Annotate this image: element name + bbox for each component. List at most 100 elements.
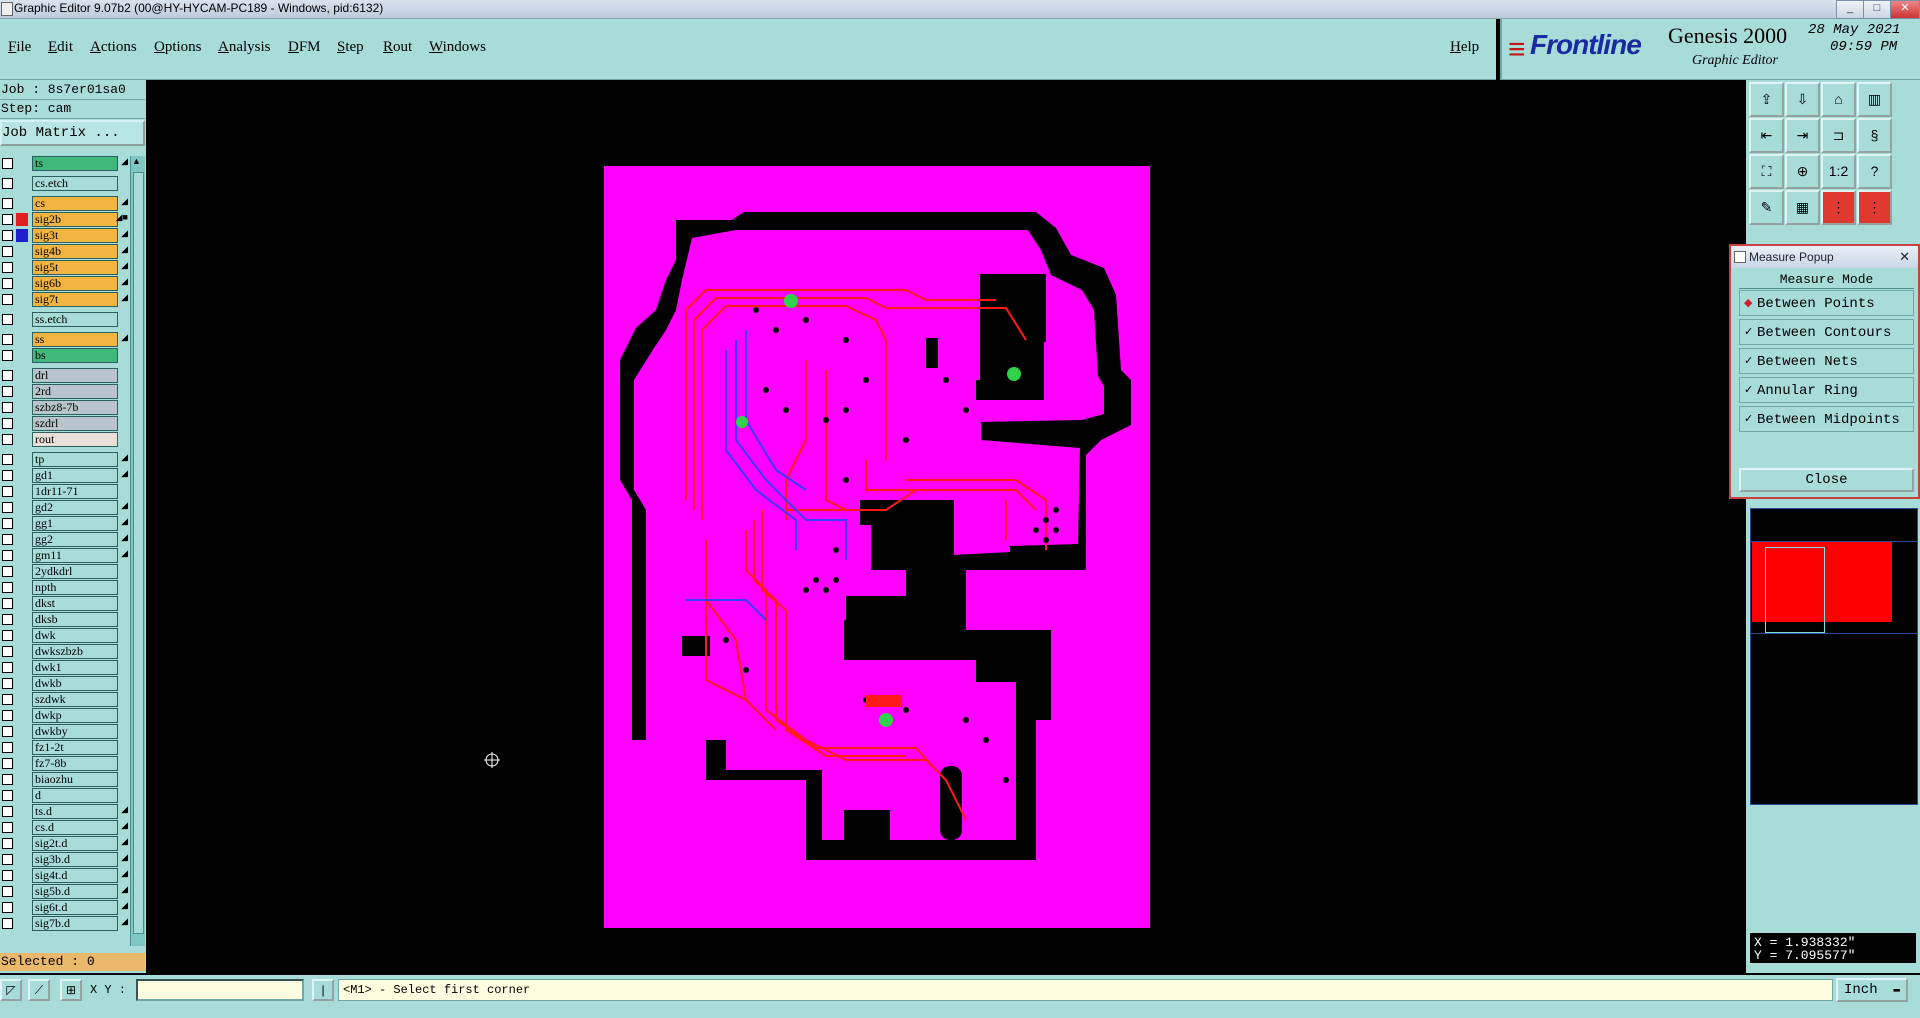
layer-checkbox[interactable] <box>2 518 13 529</box>
layer-row[interactable]: szbz8-7b <box>0 400 130 415</box>
layer-checkbox[interactable] <box>2 582 13 593</box>
layer-checkbox[interactable] <box>2 278 13 289</box>
layer-name[interactable]: sig2b <box>32 212 118 227</box>
layer-row[interactable]: ss ◢ <box>0 332 130 347</box>
layer-row[interactable]: dkst <box>0 596 130 611</box>
layer-name[interactable]: dwkszbzb <box>32 644 118 659</box>
line-tool-icon[interactable]: ⟋ <box>28 979 50 1001</box>
layer-checkbox[interactable] <box>2 678 13 689</box>
layer-row[interactable]: sig5t ◢ <box>0 260 130 275</box>
layer-checkbox[interactable] <box>2 386 13 397</box>
layer-row[interactable]: gm11 ◢ <box>0 548 130 563</box>
layer-checkbox[interactable] <box>2 486 13 497</box>
menu-edit[interactable]: Edit <box>48 39 73 56</box>
layer-row[interactable]: dksb <box>0 612 130 627</box>
layer-row[interactable]: szdrl <box>0 416 130 431</box>
graphic-canvas[interactable] <box>146 80 1746 973</box>
layer-row[interactable]: dwk <box>0 628 130 643</box>
layer-name[interactable]: dwk1 <box>32 660 118 675</box>
layer-name[interactable]: ss.etch <box>32 312 118 327</box>
layer-row[interactable]: sig7b.d ◢ <box>0 916 130 931</box>
layer-checkbox[interactable] <box>2 838 13 849</box>
layer-checkbox[interactable] <box>2 158 13 169</box>
layer-checkbox[interactable] <box>2 198 13 209</box>
layer-row[interactable]: d <box>0 788 130 803</box>
layer-name[interactable]: biaozhu <box>32 772 118 787</box>
load-layer-icon[interactable]: ⇪ <box>1749 82 1784 117</box>
close-window-button[interactable]: ✕ <box>1890 0 1920 19</box>
layer-name[interactable]: szdwk <box>32 692 118 707</box>
layer-row[interactable]: cs ◢ <box>0 196 130 211</box>
layer-checkbox[interactable] <box>2 434 13 445</box>
layer-row[interactable]: ss.etch <box>0 312 130 327</box>
option-between-nets[interactable]: ✓ Between Nets <box>1739 348 1914 374</box>
layer-checkbox[interactable] <box>2 646 13 657</box>
job-matrix-button[interactable]: Job Matrix ... <box>0 120 145 146</box>
scale-ratio-button[interactable]: 1:2 <box>1821 154 1856 189</box>
layer-name[interactable]: dwk <box>32 628 118 643</box>
layer-name[interactable]: gg2 <box>32 532 118 547</box>
layer-row[interactable]: dwkszbzb <box>0 644 130 659</box>
layer-name[interactable]: sig5b.d <box>32 884 118 899</box>
net-highlight-icon[interactable]: ⋮ <box>1821 190 1856 225</box>
layer-name[interactable]: sig4t.d <box>32 868 118 883</box>
menu-file[interactable]: File <box>8 39 31 56</box>
layer-name[interactable]: sig6b <box>32 276 118 291</box>
layer-checkbox[interactable] <box>2 726 13 737</box>
layer-row[interactable]: sig2t.d ◢ <box>0 836 130 851</box>
net-highlight-alt-icon[interactable]: ⋮ <box>1857 190 1892 225</box>
layer-name[interactable]: szdrl <box>32 416 118 431</box>
measure-icon[interactable]: ✎ <box>1749 190 1784 225</box>
layer-row[interactable]: sig5b.d ◢ <box>0 884 130 899</box>
menu-windows[interactable]: Windows <box>429 39 486 56</box>
zoom-center-icon[interactable]: ⊕ <box>1785 154 1820 189</box>
layer-name[interactable]: ss <box>32 332 118 347</box>
grid-icon[interactable]: ▦ <box>1785 190 1820 225</box>
layer-name[interactable]: 2rd <box>32 384 118 399</box>
layer-checkbox[interactable] <box>2 470 13 481</box>
layer-checkbox[interactable] <box>2 246 13 257</box>
move-right-icon[interactable]: ⇥ <box>1785 118 1820 153</box>
layer-row[interactable]: 1dr11-71 <box>0 484 130 499</box>
layer-checkbox[interactable] <box>2 502 13 513</box>
layer-checkbox[interactable] <box>2 886 13 897</box>
layer-name[interactable]: drl <box>32 368 118 383</box>
maximize-button[interactable]: □ <box>1863 0 1891 19</box>
layer-name[interactable]: dwkby <box>32 724 118 739</box>
select-tool-icon[interactable]: ◸ <box>0 979 22 1001</box>
snap-icon[interactable]: § <box>1857 118 1892 153</box>
move-left-icon[interactable]: ⇤ <box>1749 118 1784 153</box>
layer-name[interactable]: gg1 <box>32 516 118 531</box>
menu-actions[interactable]: Actions <box>90 39 137 56</box>
layer-row[interactable]: gg1 ◢ <box>0 516 130 531</box>
minimize-button[interactable]: _ <box>1836 0 1864 19</box>
menu-rout[interactable]: Rout <box>383 39 412 56</box>
layer-checkbox[interactable] <box>2 454 13 465</box>
layer-row[interactable]: dwkb <box>0 676 130 691</box>
layer-name[interactable]: sig4b <box>32 244 118 259</box>
layer-row[interactable]: cs.d ◢ <box>0 820 130 835</box>
help-button[interactable]: ? <box>1857 154 1892 189</box>
layer-row[interactable]: sig7t ◢ <box>0 292 130 307</box>
crosshair-tool-icon[interactable]: ⊞ <box>60 979 82 1001</box>
layer-checkbox[interactable] <box>2 710 13 721</box>
layer-name[interactable]: ts <box>32 156 118 171</box>
layer-checkbox[interactable] <box>2 566 13 577</box>
option-between-midpoints[interactable]: ✓ Between Midpoints <box>1739 406 1914 432</box>
layer-name[interactable]: dwkp <box>32 708 118 723</box>
scroll-thumb[interactable] <box>133 172 144 934</box>
layer-checkbox[interactable] <box>2 598 13 609</box>
window-title-bar[interactable]: Graphic Editor 9.07b2 (00@HY-HYCAM-PC189… <box>0 0 1920 19</box>
layer-name[interactable]: sig6t.d <box>32 900 118 915</box>
layer-name[interactable]: szbz8-7b <box>32 400 118 415</box>
layer-name[interactable]: cs.d <box>32 820 118 835</box>
layer-name[interactable]: tp <box>32 452 118 467</box>
layer-name[interactable]: ts.d <box>32 804 118 819</box>
layer-row[interactable]: dwkp <box>0 708 130 723</box>
layer-name[interactable]: sig3b.d <box>32 852 118 867</box>
layer-name[interactable]: fz1-2t <box>32 740 118 755</box>
layer-checkbox[interactable] <box>2 230 13 241</box>
layer-name[interactable]: 1dr11-71 <box>32 484 118 499</box>
layer-checkbox[interactable] <box>2 854 13 865</box>
layer-checkbox[interactable] <box>2 614 13 625</box>
